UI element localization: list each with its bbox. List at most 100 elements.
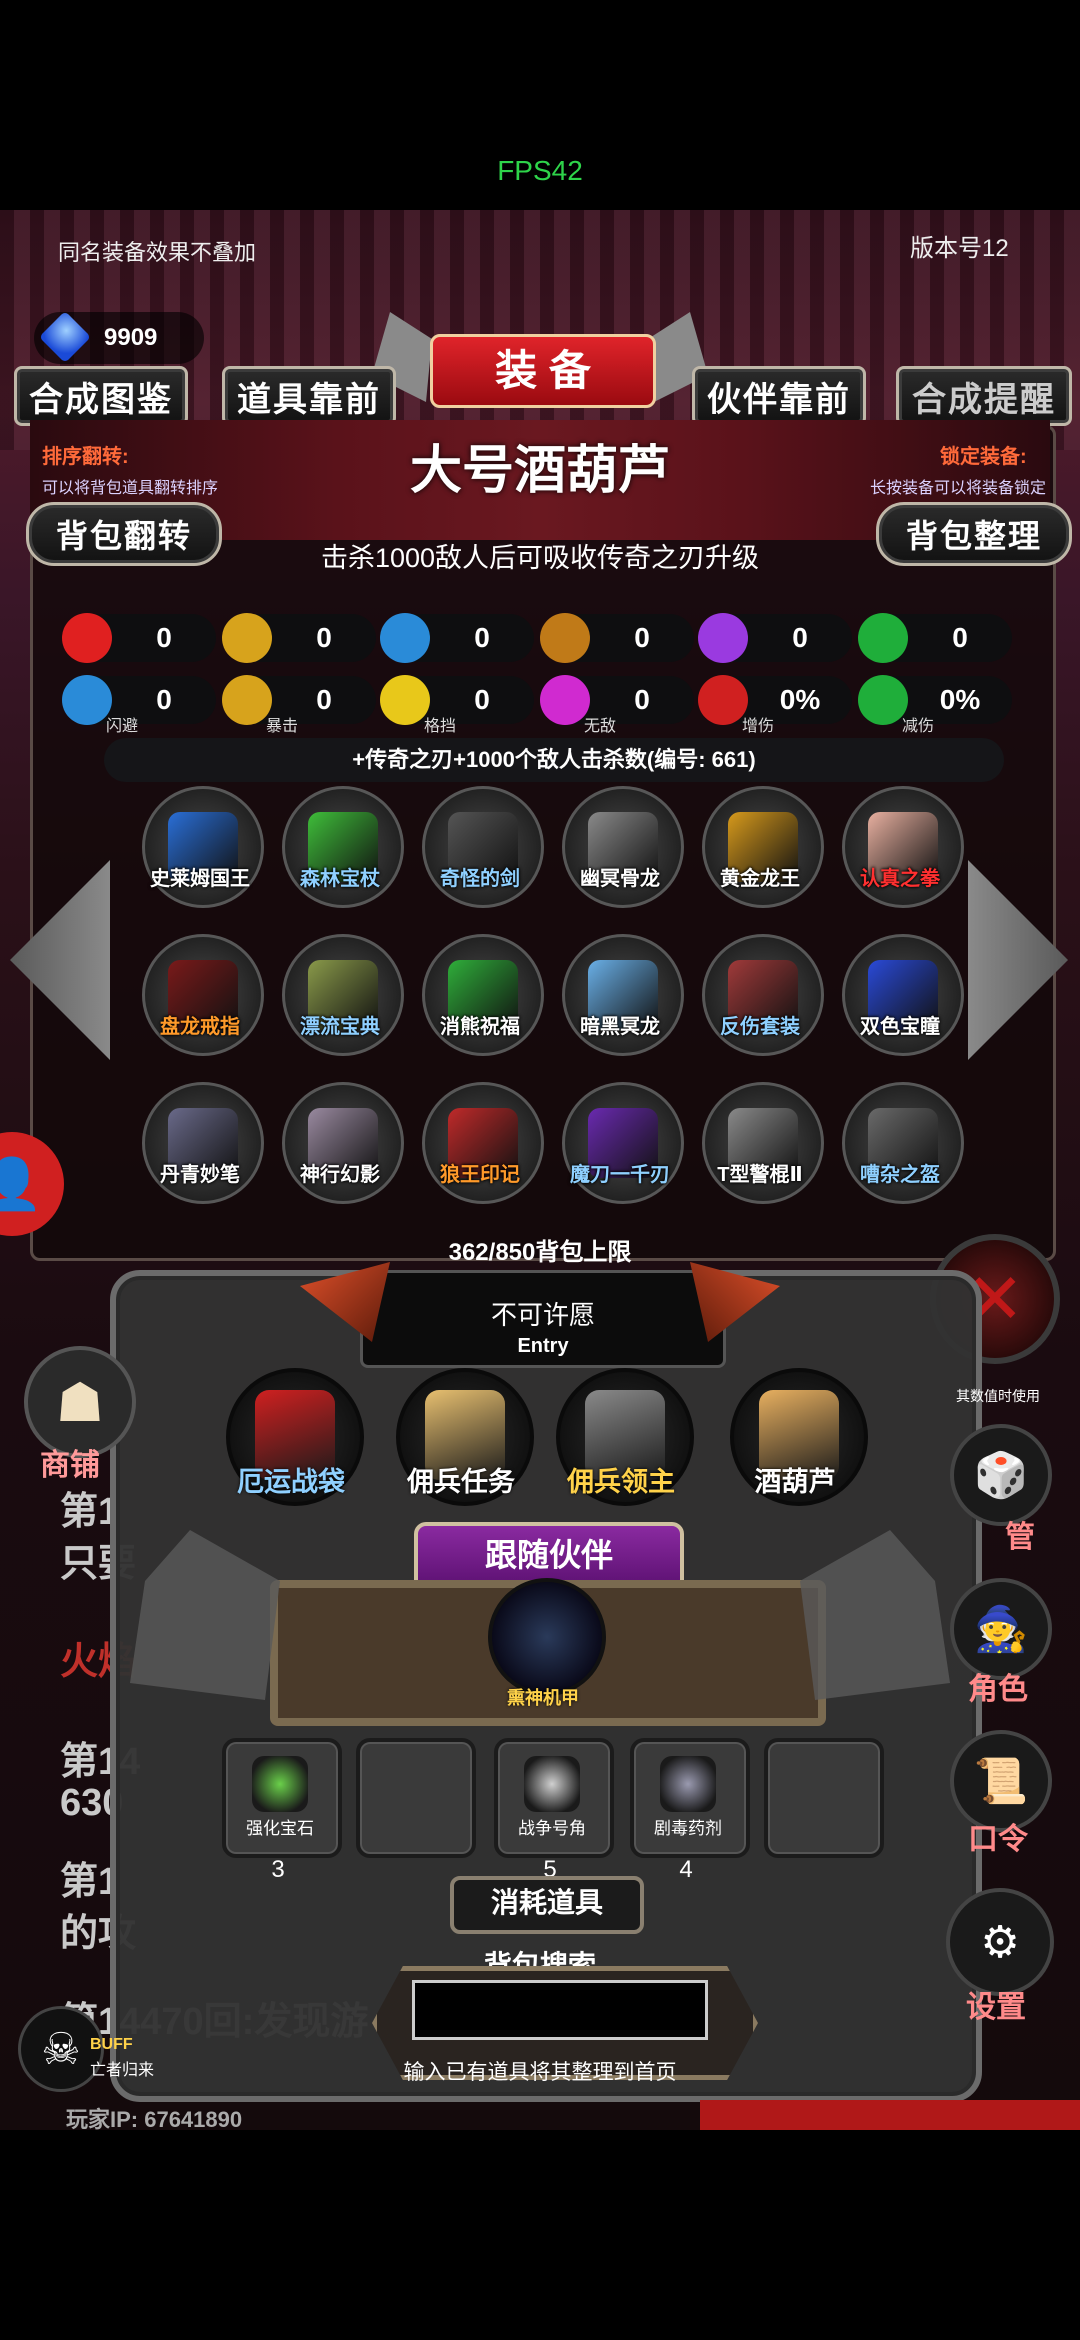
item-name-label: 嘈杂之盔 xyxy=(860,1164,940,1186)
item-description: 击杀1000敌人后可吸收传奇之刃升级 xyxy=(320,543,760,573)
buff-label: BUFF xyxy=(90,2036,133,2053)
consumable-slot[interactable] xyxy=(630,1738,750,1858)
item-name-label: T型警棍Ⅱ xyxy=(717,1164,803,1186)
consumable-name: 剧毒药剂 xyxy=(654,1819,722,1838)
shop-label[interactable]: 商铺 xyxy=(40,1440,100,1484)
dice-icon[interactable]: 🎲 xyxy=(950,1424,1052,1526)
item-name-label: 盘龙戒指 xyxy=(160,1016,240,1038)
equipment-effect-text: +传奇之刃+1000个敌人击杀数(编号: 661) xyxy=(352,747,756,772)
version-label: 版本号12 xyxy=(910,235,1009,262)
strength-icon xyxy=(222,613,272,663)
stat-value: 0 xyxy=(634,622,650,653)
consumables-title: 消耗道具 xyxy=(490,1887,603,1918)
stat-value: 0 xyxy=(792,622,808,653)
consumable-slot[interactable] xyxy=(764,1738,884,1858)
item-name-label: 认真之拳 xyxy=(860,868,940,890)
tab-partners-first[interactable]: 伙伴靠前 xyxy=(692,366,866,426)
block-icon xyxy=(380,675,430,725)
code-label[interactable]: 口令 xyxy=(948,1814,1048,1858)
search-hint: 输入已有道具将其整理到首页 xyxy=(403,2061,677,2084)
consumable-sprite-icon xyxy=(660,1756,716,1812)
stat-value: 0 xyxy=(952,622,968,653)
consumables-title-bar: 消耗道具 xyxy=(450,1876,644,1934)
consumable-name: 战争号角 xyxy=(518,1819,586,1838)
tab-synthesis-guide[interactable]: 合成图鉴 xyxy=(14,366,188,426)
equipment-banner: 装 备 xyxy=(372,312,708,412)
stat-chip: 0% 减伤 xyxy=(858,675,1012,735)
settings-label[interactable]: 设置 xyxy=(946,1982,1046,2026)
wish-title: 不可许愿 xyxy=(490,1300,595,1330)
stat-chip: 0 无敌 xyxy=(540,675,694,735)
stat-chip: 0 xyxy=(858,613,1012,663)
bag-capacity: 362/850背包上限 xyxy=(448,1239,632,1266)
stat-chip: 0 暴击 xyxy=(222,675,376,735)
heart-icon xyxy=(62,613,112,663)
tab-items-first[interactable]: 道具靠前 xyxy=(222,366,396,426)
settings-gear-icon[interactable]: ⚙ xyxy=(946,1888,1054,1996)
stat-value: 0 xyxy=(316,622,332,653)
companion-name: 熏神机甲 xyxy=(507,1688,579,1708)
item-name-label: 狼王印记 xyxy=(440,1164,520,1186)
clover-icon xyxy=(858,613,908,663)
consumable-slot[interactable] xyxy=(494,1738,614,1858)
consumable-slot[interactable] xyxy=(222,1738,342,1858)
item-name-label: 黄金龙王 xyxy=(720,868,800,890)
fps-counter: FPS42 xyxy=(497,155,583,186)
wish-subtitle: Entry xyxy=(517,1335,569,1357)
item-name-label: 史莱姆国王 xyxy=(150,868,250,890)
stat-label: 暴击 xyxy=(266,718,299,735)
stat-chip: 0 xyxy=(540,613,694,663)
consumable-count: 3 xyxy=(271,1856,285,1883)
consumable-count: 4 xyxy=(679,1856,693,1883)
search-input[interactable] xyxy=(412,1980,708,2040)
companion-avatar[interactable] xyxy=(488,1578,606,1696)
item-name-label: 神行幻影 xyxy=(300,1164,380,1186)
gem-counter: 9909 xyxy=(34,310,204,364)
tab-synthesis-reminder[interactable]: 合成提醒 xyxy=(896,366,1072,426)
stat-label: 减伤 xyxy=(902,718,935,735)
banner-title: 装 备 xyxy=(430,334,656,408)
equipment-effect: +传奇之刃+1000个敌人击杀数(编号: 661) xyxy=(104,738,1004,782)
count-hint: 其数值时使用 xyxy=(956,1388,1040,1404)
player-ip: 玩家IP: 67641890 xyxy=(66,2107,243,2132)
character-label: 佣兵领主 xyxy=(567,1467,675,1497)
stat-label: 格挡 xyxy=(424,718,457,735)
stat-chip: 0 xyxy=(380,613,534,663)
item-name: 大号酒葫芦 xyxy=(409,442,670,500)
item-name-label: 丹青妙笔 xyxy=(160,1164,240,1186)
hp-bar xyxy=(700,2100,1080,2130)
lightning-icon xyxy=(698,613,748,663)
item-name-label: 奇怪的剑 xyxy=(440,868,520,890)
stat-label: 无敌 xyxy=(584,718,617,735)
companion-title: 跟随伙伴 xyxy=(484,1537,613,1573)
invincible-icon xyxy=(540,675,590,725)
character-label: 厄运战袋 xyxy=(237,1467,345,1497)
consumable-sprite-icon xyxy=(524,1756,580,1812)
character-label: 佣兵任务 xyxy=(407,1467,515,1497)
stack-note: 同名装备效果不叠加 xyxy=(58,240,257,265)
damage-reduce-icon xyxy=(858,675,908,725)
character-label: 酒葫芦 xyxy=(754,1467,836,1497)
helmet-icon xyxy=(380,613,430,663)
manage-label[interactable]: 管 xyxy=(970,1512,1070,1556)
stat-chip: 0% 增伤 xyxy=(698,675,852,735)
dodge-icon xyxy=(62,675,112,725)
stat-label: 增伤 xyxy=(742,718,775,735)
stat-chip: 0 闪避 xyxy=(62,675,216,735)
sword-icon xyxy=(540,613,590,663)
damage-up-icon xyxy=(698,675,748,725)
stat-chip: 0 xyxy=(62,613,216,663)
stat-value: 0 xyxy=(474,622,490,653)
buff-desc: 亡者归来 xyxy=(90,2062,155,2079)
item-name-label: 消熊祝福 xyxy=(440,1016,520,1038)
item-name-label: 森林宝杖 xyxy=(300,868,380,890)
stat-chip: 0 格挡 xyxy=(380,675,534,735)
consumable-slot[interactable] xyxy=(356,1738,476,1858)
item-name-label: 漂流宝典 xyxy=(300,1016,380,1038)
stat-label: 闪避 xyxy=(106,718,139,735)
gem-icon xyxy=(38,310,92,364)
role-label[interactable]: 角色 xyxy=(948,1664,1048,1708)
crit-icon xyxy=(222,675,272,725)
stat-chip: 0 xyxy=(698,613,852,663)
stat-chip: 0 xyxy=(222,613,376,663)
